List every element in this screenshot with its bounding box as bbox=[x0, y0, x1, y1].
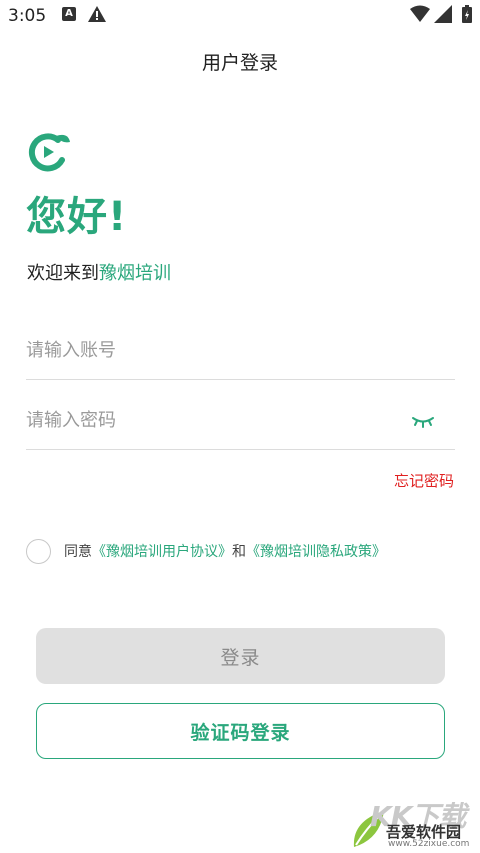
password-field bbox=[26, 400, 455, 450]
account-input[interactable] bbox=[26, 330, 386, 370]
brand-name: 豫烟培训 bbox=[99, 263, 171, 284]
a-badge-label: A bbox=[65, 8, 73, 19]
password-input[interactable] bbox=[26, 400, 386, 440]
warning-icon bbox=[88, 6, 106, 22]
eye-closed-icon[interactable] bbox=[411, 410, 435, 430]
user-agreement-link[interactable]: 《豫烟培训用户协议》 bbox=[92, 544, 232, 560]
privacy-policy-link[interactable]: 《豫烟培训隐私政策》 bbox=[246, 544, 386, 560]
page-title: 用户登录 bbox=[201, 52, 278, 74]
app-logo-icon bbox=[28, 133, 70, 172]
agreement-text: 同意《豫烟培训用户协议》和《豫烟培训隐私政策》 bbox=[64, 541, 386, 561]
welcome-text: 欢迎来到豫烟培训 bbox=[27, 259, 171, 285]
battery-icon bbox=[462, 5, 472, 23]
status-bar: 3:05 A bbox=[0, 0, 480, 32]
welcome-prefix: 欢迎来到 bbox=[27, 263, 99, 284]
agreement-and: 和 bbox=[232, 544, 246, 560]
watermark-url: www.52zixue.com bbox=[388, 839, 470, 849]
sms-login-button[interactable]: 验证码登录 bbox=[36, 703, 445, 759]
agreement-row: 同意《豫烟培训用户协议》和《豫烟培训隐私政策》 bbox=[26, 537, 386, 565]
status-time: 3:05 bbox=[8, 6, 47, 26]
account-field bbox=[26, 330, 455, 380]
cell-signal-icon bbox=[434, 5, 452, 23]
login-button[interactable]: 登录 bbox=[36, 628, 445, 684]
wifi-icon bbox=[410, 5, 430, 22]
forgot-password-link[interactable]: 忘记密码 bbox=[394, 470, 454, 491]
a-badge-icon: A bbox=[62, 7, 76, 21]
watermark: KK下载 吾爱软件园 www.52zixue.com bbox=[348, 795, 480, 853]
agreement-prefix: 同意 bbox=[64, 544, 92, 560]
greeting-heading: 您好! bbox=[26, 194, 128, 240]
agreement-checkbox[interactable] bbox=[26, 538, 51, 564]
